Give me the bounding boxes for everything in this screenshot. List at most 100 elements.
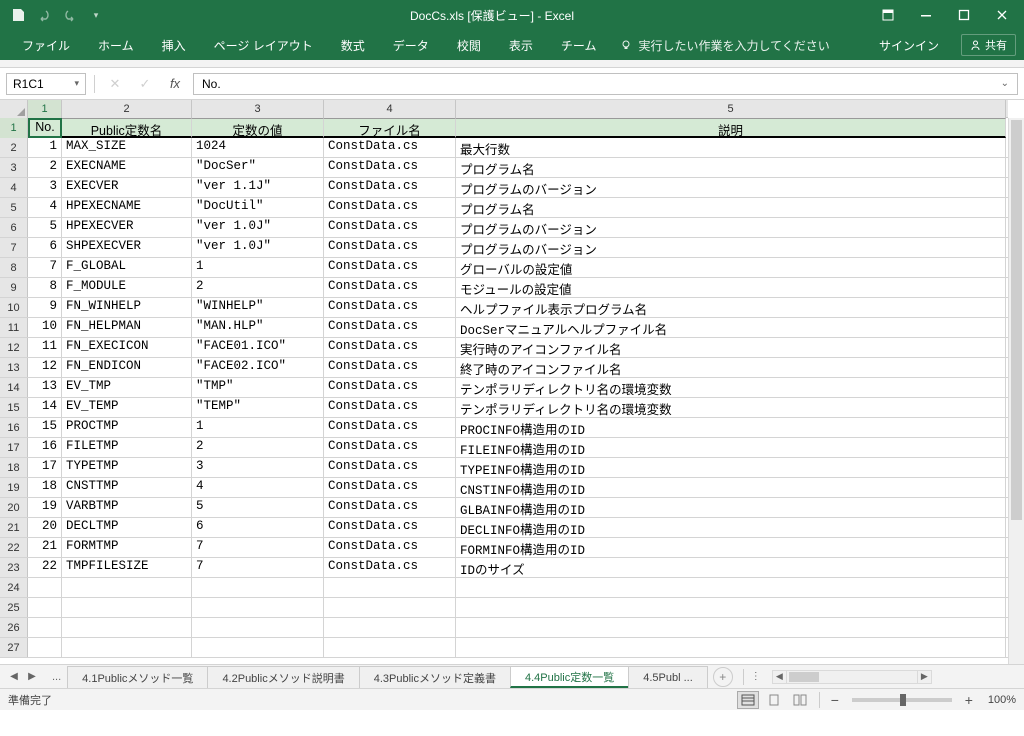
cell[interactable]: ConstData.cs xyxy=(324,358,456,378)
tab-review[interactable]: 校閲 xyxy=(443,30,495,60)
cell[interactable]: プログラムのバージョン xyxy=(456,238,1006,258)
row-header[interactable]: 17 xyxy=(0,438,28,457)
cell[interactable]: "TMP" xyxy=(192,378,324,398)
cell[interactable]: EXECVER xyxy=(62,178,192,198)
fx-icon[interactable]: fx xyxy=(163,73,187,95)
cell[interactable]: 2 xyxy=(28,158,62,178)
cell[interactable]: ConstData.cs xyxy=(324,378,456,398)
horizontal-scrollbar[interactable]: ◀ ▶ xyxy=(772,670,932,684)
cell[interactable]: テンポラリディレクトリ名の環境変数 xyxy=(456,398,1006,418)
cell[interactable]: 3 xyxy=(28,178,62,198)
add-sheet-button[interactable]: + xyxy=(713,667,733,687)
cell[interactable]: "ver 1.0J" xyxy=(192,238,324,258)
cell[interactable]: "DocSer" xyxy=(192,158,324,178)
cell[interactable]: ConstData.cs xyxy=(324,418,456,438)
cell[interactable]: FN_EXECICON xyxy=(62,338,192,358)
row-header[interactable]: 19 xyxy=(0,478,28,497)
ribbon-display-options-icon[interactable] xyxy=(870,1,906,29)
cell[interactable]: EXECNAME xyxy=(62,158,192,178)
cell[interactable] xyxy=(62,638,192,658)
cell[interactable]: EV_TEMP xyxy=(62,398,192,418)
cell[interactable]: DECLINFO構造用のID xyxy=(456,518,1006,538)
maximize-icon[interactable] xyxy=(946,1,982,29)
row-header[interactable]: 26 xyxy=(0,618,28,637)
row-header[interactable]: 15 xyxy=(0,398,28,417)
cell[interactable]: ConstData.cs xyxy=(324,218,456,238)
cell[interactable]: 7 xyxy=(192,558,324,578)
cell[interactable]: CNSTINFO構造用のID xyxy=(456,478,1006,498)
cell[interactable]: PROCTMP xyxy=(62,418,192,438)
chevron-down-icon[interactable]: ▾ xyxy=(74,78,79,89)
cell[interactable]: "MAN.HLP" xyxy=(192,318,324,338)
cell[interactable]: 実行時のアイコンファイル名 xyxy=(456,338,1006,358)
cell[interactable]: 20 xyxy=(28,518,62,538)
cell[interactable] xyxy=(62,618,192,638)
cell[interactable]: 6 xyxy=(192,518,324,538)
cell[interactable]: ConstData.cs xyxy=(324,318,456,338)
cell[interactable]: 1 xyxy=(192,418,324,438)
column-header[interactable]: 3 xyxy=(192,100,324,118)
cell[interactable]: ConstData.cs xyxy=(324,498,456,518)
cell[interactable]: 7 xyxy=(28,258,62,278)
tab-view[interactable]: 表示 xyxy=(495,30,547,60)
signin-link[interactable]: サインイン xyxy=(869,37,949,54)
cell[interactable]: 11 xyxy=(28,338,62,358)
cell[interactable]: FN_ENDICON xyxy=(62,358,192,378)
cell[interactable] xyxy=(28,598,62,618)
cell[interactable]: プログラム名 xyxy=(456,198,1006,218)
column-header[interactable]: 1 xyxy=(28,100,62,118)
cell[interactable] xyxy=(62,578,192,598)
cell[interactable] xyxy=(192,578,324,598)
sheet-tab[interactable]: 4.3Publicメソッド定義書 xyxy=(359,666,511,688)
zoom-out-button[interactable]: − xyxy=(828,692,842,708)
cell[interactable]: PROCINFO構造用のID xyxy=(456,418,1006,438)
sheet-tab[interactable]: 4.2Publicメソッド説明書 xyxy=(207,666,359,688)
scrollbar-thumb[interactable] xyxy=(1011,120,1022,520)
cell[interactable]: 8 xyxy=(28,278,62,298)
cell[interactable]: 最大行数 xyxy=(456,138,1006,158)
cell[interactable]: 3 xyxy=(192,458,324,478)
cell[interactable]: ConstData.cs xyxy=(324,298,456,318)
cell[interactable]: DECLTMP xyxy=(62,518,192,538)
cell[interactable]: HPEXECNAME xyxy=(62,198,192,218)
cell[interactable]: 終了時のアイコンファイル名 xyxy=(456,358,1006,378)
qat-customize-icon[interactable]: ▾ xyxy=(86,5,106,25)
cell[interactable]: 4 xyxy=(28,198,62,218)
cell[interactable]: No. xyxy=(28,118,62,138)
row-header[interactable]: 5 xyxy=(0,198,28,217)
zoom-in-button[interactable]: + xyxy=(962,692,976,708)
cell[interactable]: 18 xyxy=(28,478,62,498)
sheet-tab[interactable]: 4.5Publ ... xyxy=(628,666,708,688)
cell[interactable] xyxy=(456,598,1006,618)
cell[interactable]: DocSerマニュアルヘルプファイル名 xyxy=(456,318,1006,338)
formula-input[interactable]: No. ⌄ xyxy=(193,73,1018,95)
redo-icon[interactable] xyxy=(60,5,80,25)
cell[interactable] xyxy=(192,618,324,638)
cell[interactable]: ConstData.cs xyxy=(324,278,456,298)
column-header[interactable]: 2 xyxy=(62,100,192,118)
row-header[interactable]: 2 xyxy=(0,138,28,157)
cell[interactable]: 19 xyxy=(28,498,62,518)
row-header[interactable]: 24 xyxy=(0,578,28,597)
row-header[interactable]: 13 xyxy=(0,358,28,377)
cell[interactable]: Public定数名 xyxy=(62,118,192,138)
cell[interactable]: プログラムのバージョン xyxy=(456,178,1006,198)
spreadsheet-grid[interactable]: 1 2 3 4 5 1No.Public定数名定数の値ファイル名説明21MAX_… xyxy=(0,100,1024,664)
cell[interactable] xyxy=(28,578,62,598)
cell[interactable]: テンポラリディレクトリ名の環境変数 xyxy=(456,378,1006,398)
tabs-options-icon[interactable]: ⋮ xyxy=(748,669,764,685)
cell[interactable] xyxy=(324,578,456,598)
cell[interactable]: ファイル名 xyxy=(324,118,456,138)
tab-insert[interactable]: 挿入 xyxy=(148,30,200,60)
row-header[interactable]: 22 xyxy=(0,538,28,557)
cell[interactable]: ConstData.cs xyxy=(324,438,456,458)
cell[interactable]: ConstData.cs xyxy=(324,398,456,418)
sheet-nav-next-icon[interactable]: ▶ xyxy=(24,669,40,685)
select-all-button[interactable] xyxy=(0,100,28,118)
name-box[interactable]: R1C1 ▾ xyxy=(6,73,86,95)
cell[interactable] xyxy=(28,638,62,658)
cell[interactable]: FORMINFO構造用のID xyxy=(456,538,1006,558)
vertical-scrollbar[interactable] xyxy=(1008,118,1024,664)
cell[interactable]: 15 xyxy=(28,418,62,438)
column-header[interactable]: 4 xyxy=(324,100,456,118)
